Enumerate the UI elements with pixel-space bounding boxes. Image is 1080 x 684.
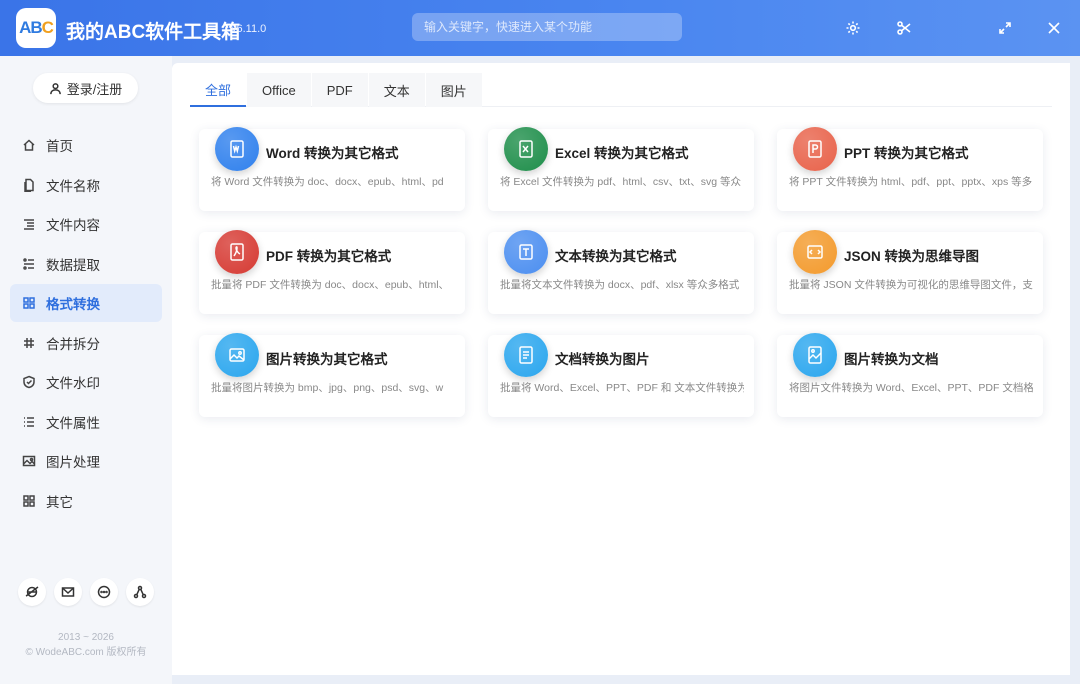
image-icon [22, 455, 36, 467]
settings-button[interactable] [841, 16, 865, 40]
sidebar-item-file-properties[interactable]: 文件属性 [10, 403, 162, 441]
chat-button[interactable] [90, 578, 118, 606]
card-image-to-doc[interactable]: 图片转换为文档 将图片文件转换为 Word、Excel、PPT、PDF 文档格 [777, 333, 1043, 417]
sidebar-item-file-name[interactable]: 文件名称 [10, 166, 162, 204]
card-word-convert[interactable]: Word 转换为其它格式 将 Word 文件转换为 doc、docx、epub、… [199, 127, 465, 211]
app-logo: ABC [16, 8, 56, 48]
ie-button[interactable] [18, 578, 46, 606]
share-icon [133, 585, 147, 599]
pdf-icon [230, 243, 244, 261]
hash-icon [24, 337, 34, 348]
sidebar-item-file-content[interactable]: 文件内容 [10, 205, 162, 243]
card-icon-badge [793, 230, 837, 274]
card-icon-badge [215, 230, 259, 274]
social-links [18, 578, 162, 606]
json-icon [807, 245, 823, 259]
ppt-icon [808, 140, 822, 158]
card-icon-badge [504, 230, 548, 274]
card-ppt-convert[interactable]: PPT 转换为其它格式 将 PPT 文件转换为 html、pdf、ppt、ppt… [777, 127, 1043, 211]
sidebar-item-merge-split[interactable]: 合并拆分 [10, 324, 162, 362]
file-icon [24, 178, 34, 192]
close-button[interactable] [1042, 16, 1066, 40]
card-icon-badge [215, 127, 259, 171]
copyright: 2013 ~ 2026 © WodeABC.com 版权所有 [25, 632, 147, 658]
list-icon [24, 416, 34, 427]
gear-icon [846, 21, 860, 35]
doc-image-icon [519, 346, 533, 364]
category-tabs: 全部 Office PDF 文本 图片 [190, 73, 1052, 107]
app-version: v6.11.0 [231, 23, 267, 35]
user-icon [49, 82, 61, 94]
grid-icon [23, 297, 35, 309]
search-input[interactable] [412, 13, 682, 41]
title-bar: ABC 我的ABC软件工具箱 v6.11.0 [0, 0, 1080, 56]
maximize-button[interactable] [993, 16, 1017, 40]
sidebar-item-other[interactable]: 其它 [10, 482, 162, 520]
card-pdf-convert[interactable]: PDF 转换为其它格式 批量将 PDF 文件转换为 doc、docx、epub、… [199, 230, 465, 314]
list-icon [24, 219, 34, 230]
login-button[interactable]: 登录/注册 [33, 73, 138, 103]
excel-icon [519, 140, 533, 158]
card-icon-badge [504, 127, 548, 171]
card-icon-badge [793, 333, 837, 377]
mail-icon [61, 587, 75, 597]
tab-office[interactable]: Office [247, 73, 311, 107]
sidebar-item-watermark[interactable]: 文件水印 [10, 363, 162, 401]
app-title: 我的ABC软件工具箱 [66, 22, 241, 43]
card-json-mindmap[interactable]: JSON 转换为思维导图 批量将 JSON 文件转换为可视化的思维导图文件，支 [777, 230, 1043, 314]
apps-icon [23, 494, 35, 507]
home-icon [23, 139, 35, 151]
card-image-convert[interactable]: 图片转换为其它格式 批量将图片转换为 bmp、jpg、png、psd、svg、w [199, 333, 465, 417]
word-icon [230, 140, 244, 158]
image-doc-icon [808, 346, 822, 364]
tab-image[interactable]: 图片 [425, 73, 482, 107]
sidebar-item-data-extract[interactable]: 数据提取 [10, 245, 162, 283]
sidebar-item-image-process[interactable]: 图片处理 [10, 442, 162, 480]
card-icon-badge [215, 333, 259, 377]
chat-icon [97, 585, 111, 599]
tab-all[interactable]: 全部 [190, 73, 247, 107]
close-icon [1048, 22, 1060, 34]
card-excel-convert[interactable]: Excel 转换为其它格式 将 Excel 文件转换为 pdf、html、csv… [488, 127, 754, 211]
sidebar-item-format-convert[interactable]: 格式转换 [10, 284, 162, 322]
maximize-icon [999, 22, 1011, 34]
card-text-convert[interactable]: 文本转换为其它格式 批量将文本文件转换为 docx、pdf、xlsx 等众多格式 [488, 230, 754, 314]
card-icon-badge [504, 333, 548, 377]
share-button[interactable] [126, 578, 154, 606]
text-icon [519, 244, 533, 260]
extract-icon [23, 257, 34, 270]
image-icon [229, 348, 245, 362]
ie-icon [25, 586, 39, 598]
scissors-icon [897, 21, 911, 35]
sidebar: 登录/注册 首页 文件名称 文件内容 数据提取 格式转换 合并拆分 文件水印 文… [0, 56, 172, 684]
screenshot-button[interactable] [892, 16, 916, 40]
tab-text[interactable]: 文本 [368, 73, 425, 107]
shield-icon [23, 375, 35, 389]
tab-pdf[interactable]: PDF [311, 73, 368, 107]
card-doc-to-image[interactable]: 文档转换为图片 批量将 Word、Excel、PPT、PDF 和 文本文件转换为 [488, 333, 754, 417]
mail-button[interactable] [54, 578, 82, 606]
card-icon-badge [793, 127, 837, 171]
sidebar-nav: 首页 文件名称 文件内容 数据提取 格式转换 合并拆分 文件水印 文件属性 图片… [10, 126, 162, 521]
main-panel: 全部 Office PDF 文本 图片 Word 转换为其它格式 将 Word … [172, 63, 1070, 675]
sidebar-item-home[interactable]: 首页 [10, 126, 162, 164]
